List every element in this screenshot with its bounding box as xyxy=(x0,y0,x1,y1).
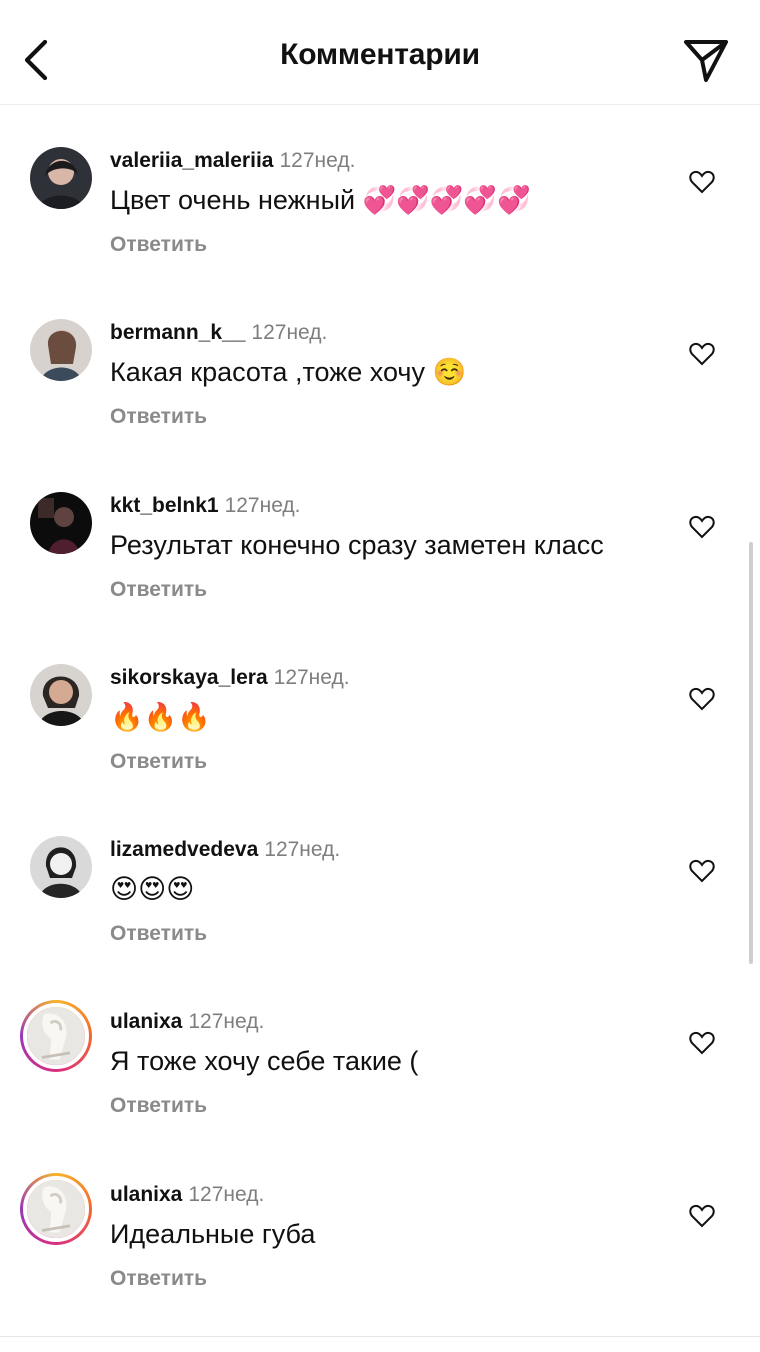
avatar[interactable] xyxy=(30,147,92,209)
comment-item: lizamedvedeva 127нед. 😍😍😍 Ответить xyxy=(0,794,760,966)
comment-meta: sikorskaya_lera 127нед. xyxy=(110,664,350,692)
comment-item: valeriia_maleriia 127нед. Цвет очень нежн… xyxy=(0,105,760,277)
like-button[interactable] xyxy=(689,1204,715,1228)
comment-meta: ulanixa 127нед. xyxy=(110,1181,264,1209)
like-button[interactable] xyxy=(689,859,715,883)
comment-text: Результат конечно сразу заметен класс xyxy=(110,530,604,560)
reply-button[interactable]: Ответить xyxy=(110,920,207,948)
profile-photo-icon xyxy=(27,1007,85,1065)
paper-plane-icon xyxy=(684,40,728,82)
reply-button[interactable]: Ответить xyxy=(110,403,207,431)
avatar[interactable] xyxy=(30,492,92,554)
comment-item: bermann_k__ 127нед. Какая красота ,тоже х… xyxy=(0,277,760,449)
scrollbar[interactable] xyxy=(749,542,753,964)
comment-meta: bermann_k__ 127нед. xyxy=(110,319,327,347)
comment-item: ulanixa 127нед. Идеальные губа Ответить xyxy=(0,1139,760,1311)
username[interactable]: ulanixa xyxy=(110,1183,182,1206)
comment-meta: kkt_belnk1 127нед. xyxy=(110,492,301,520)
reply-button[interactable]: Ответить xyxy=(110,1265,207,1293)
comment-item: sikorskaya_lera 127нед. 🔥🔥🔥 Ответить xyxy=(0,622,760,794)
heart-icon xyxy=(689,1031,715,1055)
reply-button[interactable]: Ответить xyxy=(110,231,207,259)
avatar[interactable] xyxy=(30,836,92,898)
comment-item: kkt_belnk1 127нед. Результат конечно сраз… xyxy=(0,450,760,622)
comment-text: Идеальные губа xyxy=(110,1219,316,1249)
profile-photo-icon xyxy=(30,492,92,554)
like-button[interactable] xyxy=(689,515,715,539)
heart-icon xyxy=(689,1204,715,1228)
heart-icon xyxy=(689,859,715,883)
avatar[interactable] xyxy=(30,664,92,726)
avatar-with-story-ring[interactable] xyxy=(20,1173,92,1245)
comment-text: 😍😍😍 xyxy=(110,874,195,904)
profile-photo-icon xyxy=(30,147,92,209)
like-button[interactable] xyxy=(689,342,715,366)
profile-photo-icon xyxy=(30,319,92,381)
comment-text: Я тоже хочу себе такие ( xyxy=(110,1046,419,1076)
heart-icon xyxy=(689,342,715,366)
share-button[interactable] xyxy=(682,38,730,84)
timestamp: 127нед. xyxy=(273,666,350,689)
comment-text: Цвет очень нежный 💞💞💞💞💞 xyxy=(110,185,531,215)
avatar[interactable] xyxy=(30,319,92,381)
comments-screen: Комментарии valeriia_maleriia 127нед. Цве… xyxy=(0,0,760,1352)
profile-photo-icon xyxy=(30,664,92,726)
avatar-photo xyxy=(23,1176,89,1242)
timestamp: 127нед. xyxy=(279,149,356,172)
reply-button[interactable]: Ответить xyxy=(110,576,207,604)
comment-meta: ulanixa 127нед. xyxy=(110,1008,264,1036)
like-button[interactable] xyxy=(689,170,715,194)
username[interactable]: ulanixa xyxy=(110,1010,182,1033)
heart-icon xyxy=(689,170,715,194)
comment-meta: lizamedvedeva 127нед. xyxy=(110,836,340,864)
username[interactable]: kkt_belnk1 xyxy=(110,494,219,517)
timestamp: 127нед. xyxy=(264,838,341,861)
comment-text: Какая красота ,тоже хочу ☺️ xyxy=(110,357,467,387)
page-title: Комментарии xyxy=(280,38,480,71)
timestamp: 127нед. xyxy=(251,321,328,344)
username[interactable]: lizamedvedeva xyxy=(110,838,258,861)
timestamp: 127нед. xyxy=(188,1010,265,1033)
reply-button[interactable]: Ответить xyxy=(110,748,207,776)
username[interactable]: sikorskaya_lera xyxy=(110,666,268,689)
profile-photo-icon xyxy=(30,836,92,898)
username[interactable]: bermann_k__ xyxy=(110,321,245,344)
heart-icon xyxy=(689,687,715,711)
comments-list: valeriia_maleriia 127нед. Цвет очень нежн… xyxy=(0,105,760,1335)
profile-photo-icon xyxy=(27,1180,85,1238)
username[interactable]: valeriia_maleriia xyxy=(110,149,273,172)
divider xyxy=(0,1336,760,1337)
header: Комментарии xyxy=(0,0,760,105)
like-button[interactable] xyxy=(689,1031,715,1055)
comment-text: 🔥🔥🔥 xyxy=(110,702,211,732)
comment-item: ulanixa 127нед. Я тоже хочу себе такие ( … xyxy=(0,966,760,1138)
reply-button[interactable]: Ответить xyxy=(110,1092,207,1120)
comment-meta: valeriia_maleriia 127нед. xyxy=(110,147,355,175)
avatar-photo xyxy=(23,1003,89,1069)
avatar-with-story-ring[interactable] xyxy=(20,1000,92,1072)
heart-icon xyxy=(689,515,715,539)
timestamp: 127нед. xyxy=(224,494,301,517)
like-button[interactable] xyxy=(689,687,715,711)
timestamp: 127нед. xyxy=(188,1183,265,1206)
